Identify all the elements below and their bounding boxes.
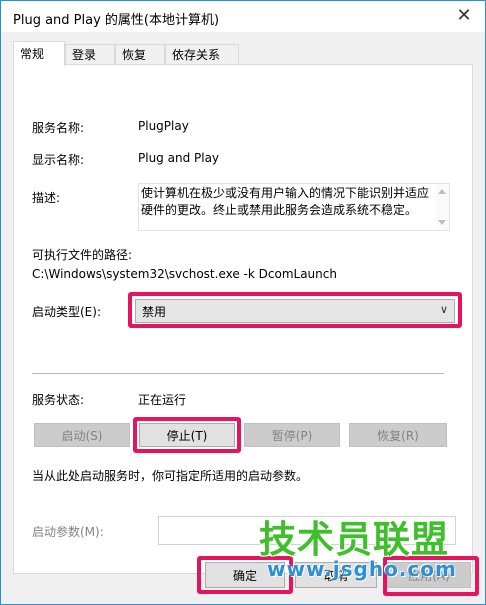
scroll-down-icon[interactable]: [438, 220, 446, 225]
startup-type-label: 启动类型(E):: [32, 305, 101, 319]
exe-path-value: C:\Windows\system32\svchost.exe -k DcomL…: [32, 267, 337, 281]
cancel-button[interactable]: 取消: [295, 562, 377, 588]
separator: [32, 373, 444, 374]
start-params-label: 启动参数(M):: [32, 525, 104, 539]
startup-type-select[interactable]: 禁用 ∨: [135, 299, 455, 323]
service-status-value: 正在运行: [138, 393, 187, 407]
title-bar: Plug and Play 的属性(本地计算机) ✕: [1, 1, 485, 32]
start-button[interactable]: 启动(S): [34, 423, 130, 447]
tab-general[interactable]: 常规: [13, 41, 65, 66]
scroll-up-icon[interactable]: [438, 189, 446, 194]
stop-button[interactable]: 停止(T): [139, 423, 235, 447]
chevron-down-icon: ∨: [439, 303, 448, 316]
start-params-input[interactable]: [158, 516, 456, 545]
close-icon[interactable]: ✕: [449, 3, 479, 29]
display-name-value: Plug and Play: [138, 151, 220, 165]
exe-path-label: 可执行文件的路径:: [32, 248, 133, 262]
display-name-label: 显示名称:: [32, 153, 85, 167]
service-name-value: PlugPlay: [138, 119, 189, 133]
general-tab-panel: 服务名称: PlugPlay 显示名称: Plug and Play 描述: 使…: [13, 64, 473, 574]
resume-button[interactable]: 恢复(R): [349, 423, 447, 447]
tab-logon[interactable]: 登录: [65, 44, 115, 65]
tab-dependencies[interactable]: 依存关系: [165, 44, 239, 65]
service-status-label: 服务状态:: [32, 393, 85, 407]
description-scrollbar[interactable]: [436, 184, 449, 230]
description-text: 使计算机在极少或没有用户输入的情况下能识别并适应硬件的更改。终止或禁用此服务会造…: [141, 186, 430, 217]
tab-recovery[interactable]: 恢复: [115, 44, 165, 65]
dialog-client-area: 常规 登录 恢复 依存关系 服务名称: PlugPlay 显示名称: Plug …: [1, 32, 485, 604]
service-properties-dialog: Plug and Play 的属性(本地计算机) ✕ 常规 登录 恢复 依存关系…: [0, 0, 486, 605]
service-name-label: 服务名称:: [32, 121, 85, 135]
description-textbox[interactable]: 使计算机在极少或没有用户输入的情况下能识别并适应硬件的更改。终止或禁用此服务会造…: [138, 183, 450, 231]
start-params-hint: 当从此处启动服务时，你可指定所适用的启动参数。: [32, 469, 309, 483]
description-label: 描述:: [32, 191, 61, 205]
startup-type-value: 禁用: [142, 305, 167, 319]
pause-button[interactable]: 暂停(P): [244, 423, 340, 447]
apply-button[interactable]: 应用(A): [387, 562, 471, 588]
window-title: Plug and Play 的属性(本地计算机): [13, 13, 220, 28]
ok-button[interactable]: 确定: [205, 562, 285, 588]
